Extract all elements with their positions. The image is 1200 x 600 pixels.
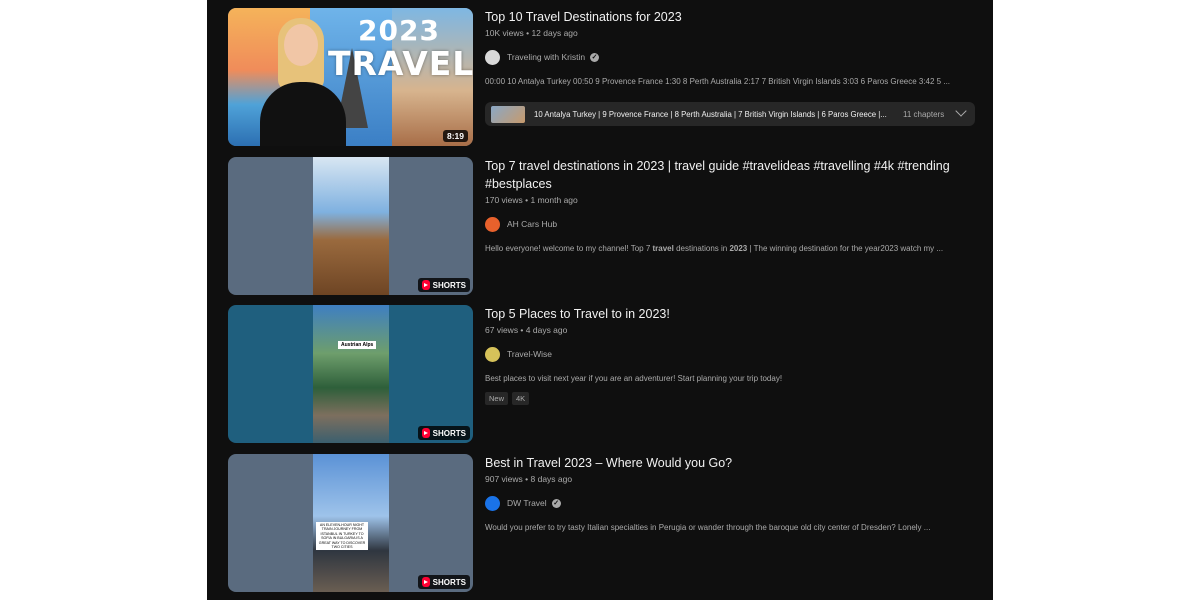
shorts-icon [421, 428, 430, 438]
result-item-2[interactable]: SHORTS Top 7 travel destinations in 2023… [228, 157, 978, 297]
thumbnail[interactable]: Austrian Alps SHORTS [228, 305, 473, 443]
video-title[interactable]: Top 5 Places to Travel to in 2023! [485, 305, 978, 323]
channel-name[interactable]: Travel-Wise [507, 349, 552, 359]
channel-name[interactable]: AH Cars Hub [507, 219, 557, 229]
avatar[interactable] [485, 216, 500, 232]
badge-4k: 4K [512, 392, 530, 405]
video-description: 00:00 10 Antalya Turkey 00:50 9 Provence… [485, 77, 951, 86]
thumbnail-image [313, 157, 389, 295]
chapters-text: 10 Antalya Turkey | 9 Provence France | … [534, 109, 887, 119]
avatar[interactable] [485, 49, 500, 65]
video-meta: 67 views • 4 days ago [485, 325, 568, 335]
duration-badge: 8:19 [442, 130, 468, 142]
chapter-thumbnail [491, 105, 525, 123]
video-meta: 10K views • 12 days ago [485, 28, 578, 38]
badge-new: New [485, 392, 509, 405]
video-title[interactable]: Top 10 Travel Destinations for 2023 [485, 8, 978, 26]
channel-row[interactable]: Travel-Wise [485, 345, 978, 363]
video-description: Best places to visit next year if you ar… [485, 374, 783, 383]
channel-row[interactable]: DW Travel ✓ [485, 494, 978, 512]
video-meta: 907 views • 8 days ago [485, 474, 573, 484]
chapters-count: 11 chapters [903, 109, 945, 119]
chevron-down-icon[interactable] [955, 105, 967, 117]
thumbnail-label: Austrian Alps [338, 341, 377, 349]
shorts-badge: SHORTS [417, 278, 470, 292]
shorts-badge: SHORTS [417, 575, 470, 589]
badge-row: New 4K [485, 392, 978, 405]
result-item-1[interactable]: 2023 TRAVEL 8:19 Top 10 Travel Destinati… [228, 8, 978, 148]
thumbnail-image [313, 305, 389, 443]
avatar[interactable] [485, 346, 500, 362]
video-title[interactable]: Best in Travel 2023 – Where Would you Go… [485, 454, 978, 472]
video-description: Hello everyone! welcome to my channel! T… [485, 244, 944, 253]
shorts-icon [421, 280, 430, 290]
shorts-badge: SHORTS [417, 426, 470, 440]
channel-name[interactable]: Traveling with Kristin [507, 52, 585, 62]
thumbnail-word-text: TRAVEL [328, 44, 473, 83]
chapters-bar[interactable]: 10 Antalya Turkey | 9 Provence France | … [485, 102, 975, 126]
thumbnail-year-text: 2023 [358, 14, 440, 47]
thumbnail[interactable]: AN ELEVEN-HOUR NIGHT TRAIN JOURNEY FROM … [228, 454, 473, 592]
thumbnail-label: AN ELEVEN-HOUR NIGHT TRAIN JOURNEY FROM … [316, 522, 368, 551]
thumbnail[interactable]: SHORTS [228, 157, 473, 295]
video-title[interactable]: Top 7 travel destinations in 2023 | trav… [485, 157, 978, 193]
result-item-3[interactable]: Austrian Alps SHORTS Top 5 Places to Tra… [228, 305, 978, 445]
search-results-panel: 2023 TRAVEL 8:19 Top 10 Travel Destinati… [207, 0, 993, 600]
result-item-4[interactable]: AN ELEVEN-HOUR NIGHT TRAIN JOURNEY FROM … [228, 454, 978, 594]
video-meta: 170 views • 1 month ago [485, 195, 578, 205]
verified-icon: ✓ [551, 498, 561, 508]
avatar[interactable] [485, 495, 500, 511]
channel-row[interactable]: Traveling with Kristin ✓ [485, 48, 978, 66]
verified-icon: ✓ [590, 52, 600, 62]
channel-row[interactable]: AH Cars Hub [485, 215, 978, 233]
video-description: Would you prefer to try tasty Italian sp… [485, 523, 931, 532]
shorts-icon [421, 577, 430, 587]
thumbnail[interactable]: 2023 TRAVEL 8:19 [228, 8, 473, 146]
channel-name[interactable]: DW Travel [507, 498, 547, 508]
